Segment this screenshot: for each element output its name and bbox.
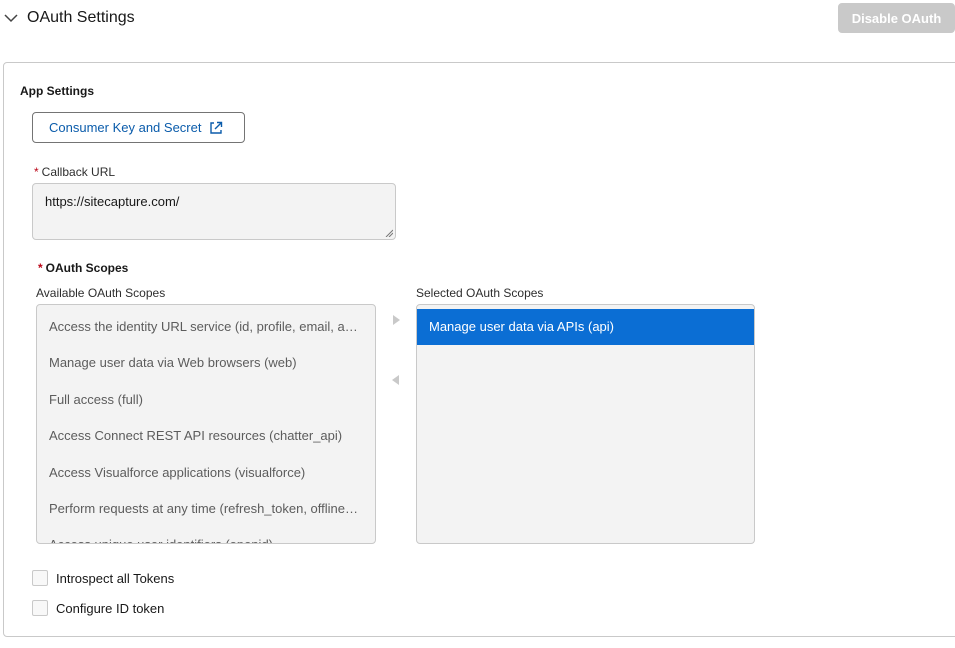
available-scope-option[interactable]: Access the identity URL service (id, pro… — [37, 309, 375, 345]
consumer-key-label: Consumer Key and Secret — [49, 120, 202, 135]
introspect-tokens-checkbox[interactable] — [32, 570, 48, 586]
section-header: OAuth Settings Disable OAuth — [0, 0, 955, 38]
callback-url-field[interactable]: https://sitecapture.com/ — [32, 183, 396, 240]
available-scope-option[interactable]: Full access (full) — [37, 382, 375, 418]
callback-url-label: * Callback URL — [34, 165, 116, 179]
available-scope-option[interactable]: Access unique user identifiers (openid) — [37, 527, 375, 543]
introspect-tokens-row[interactable]: Introspect all Tokens — [32, 570, 174, 586]
configure-id-token-checkbox[interactable] — [32, 600, 48, 616]
triangle-left-icon[interactable] — [391, 375, 401, 385]
resize-grip-icon[interactable] — [385, 229, 393, 237]
available-scope-option[interactable]: Manage user data via Web browsers (web) — [37, 345, 375, 381]
configure-id-token-label: Configure ID token — [56, 600, 165, 616]
available-scope-option[interactable]: Perform requests at any time (refresh_to… — [37, 491, 375, 527]
available-scope-option[interactable]: Access Visualforce applications (visualf… — [37, 455, 375, 491]
introspect-tokens-label: Introspect all Tokens — [56, 570, 175, 586]
triangle-right-icon[interactable] — [391, 315, 401, 325]
available-scopes-listbox[interactable]: Access the identity URL service (id, pro… — [36, 304, 376, 544]
required-mark: * — [34, 165, 39, 179]
selected-scope-option[interactable]: Manage user data via APIs (api) — [417, 309, 754, 345]
external-link-icon — [210, 121, 223, 134]
selected-scopes-listbox[interactable]: Manage user data via APIs (api) — [416, 304, 755, 544]
disable-oauth-button[interactable]: Disable OAuth — [838, 3, 955, 33]
available-scope-option[interactable]: Access Connect REST API resources (chatt… — [37, 418, 375, 454]
callback-url-value: https://sitecapture.com/ — [45, 194, 180, 209]
chevron-down-icon[interactable] — [4, 11, 18, 25]
available-scopes-label: Available OAuth Scopes — [36, 286, 166, 300]
app-settings-heading: App Settings — [20, 84, 94, 98]
oauth-scopes-title: * OAuth Scopes — [38, 261, 129, 275]
consumer-key-button[interactable]: Consumer Key and Secret — [32, 112, 245, 143]
required-mark: * — [38, 261, 43, 275]
selected-scopes-label: Selected OAuth Scopes — [416, 286, 544, 300]
section-title[interactable]: OAuth Settings — [27, 8, 135, 28]
configure-id-token-row[interactable]: Configure ID token — [32, 600, 164, 616]
